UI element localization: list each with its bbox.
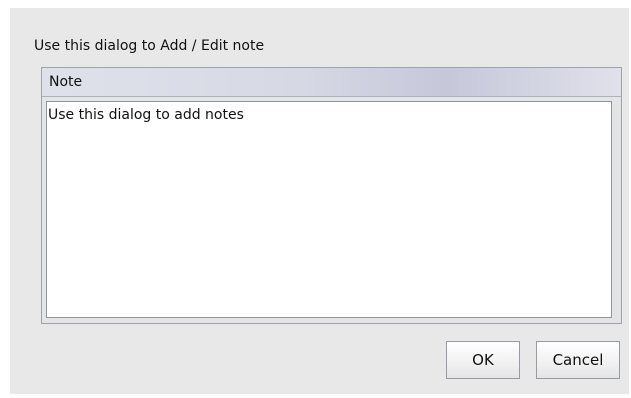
note-textarea[interactable]: Use this dialog to add notes [46, 101, 612, 318]
ok-button[interactable]: OK [446, 341, 520, 379]
note-header-label: Note [49, 74, 83, 90]
note-panel: Note Use this dialog to add notes [41, 67, 622, 324]
cancel-button[interactable]: Cancel [536, 341, 620, 379]
note-column-header: Note [42, 68, 621, 97]
dialog-instructions: Use this dialog to Add / Edit note [34, 38, 265, 54]
add-edit-note-dialog: Use this dialog to Add / Edit note Note … [10, 8, 629, 394]
